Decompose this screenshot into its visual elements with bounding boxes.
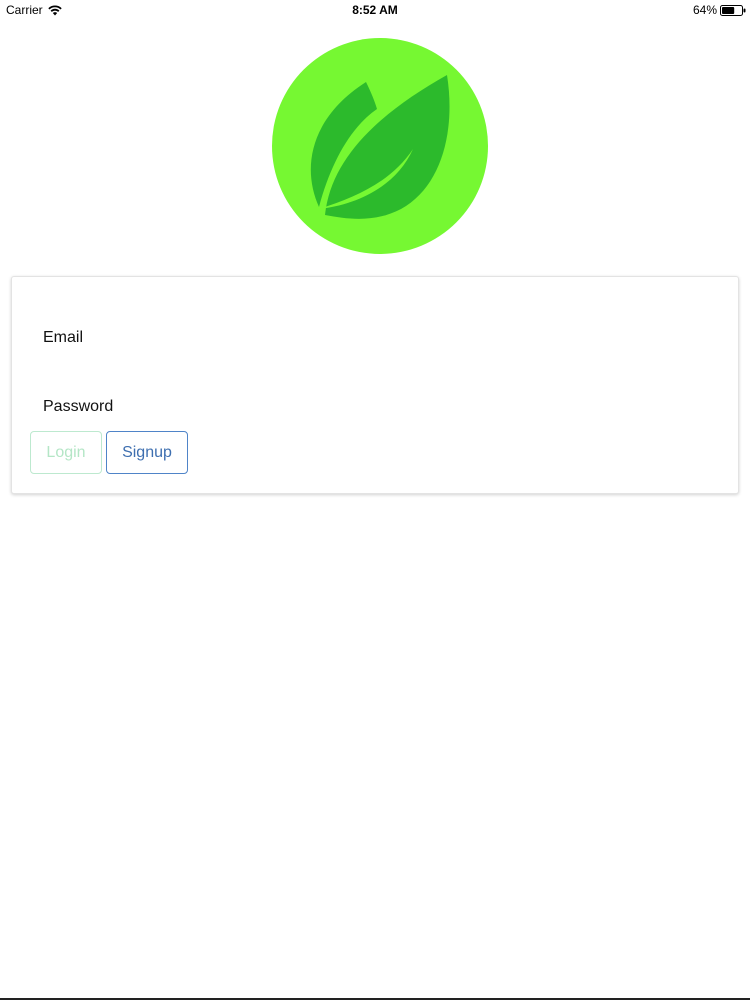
battery-level-fill (722, 6, 735, 14)
app-logo (271, 37, 489, 255)
status-bar: Carrier 8:52 AM 64% (0, 0, 750, 22)
email-field[interactable]: Email (30, 319, 720, 359)
login-button[interactable]: Login (30, 431, 102, 474)
email-input[interactable] (130, 319, 720, 359)
status-time: 8:52 AM (352, 3, 398, 17)
battery-percent: 64% (692, 3, 717, 17)
login-screen: Carrier 8:52 AM 64% Email Password Login… (0, 0, 750, 1000)
leaf-logo-icon (272, 38, 488, 254)
battery-icon (720, 4, 746, 16)
login-card: Email Password Login Signup (11, 276, 739, 494)
password-label: Password (43, 398, 114, 415)
status-right: 64% (693, 3, 746, 17)
signup-button[interactable]: Signup (106, 431, 188, 474)
email-label: Email (43, 329, 84, 346)
password-field[interactable]: Password (30, 388, 720, 428)
password-input[interactable] (130, 388, 720, 428)
